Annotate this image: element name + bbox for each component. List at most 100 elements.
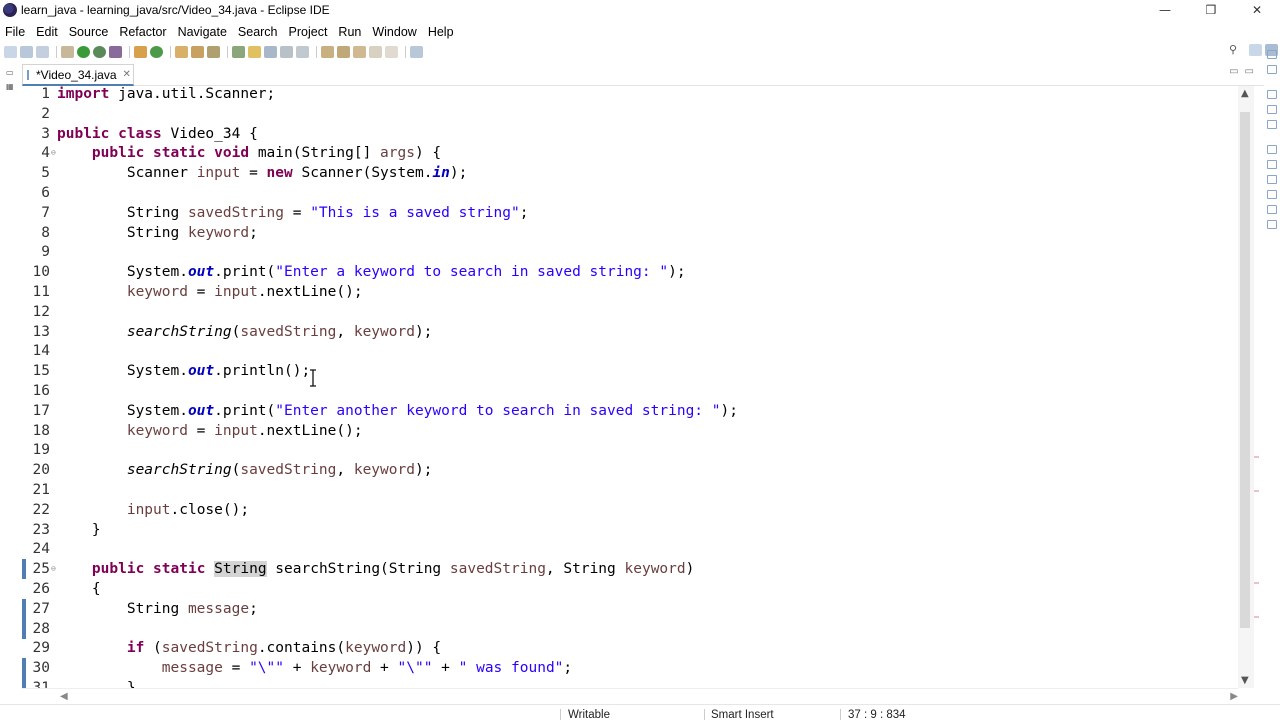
code-line[interactable]: 15 System.out.println(); bbox=[22, 361, 1238, 381]
javadoc-view-icon[interactable] bbox=[1267, 120, 1277, 129]
code-editor[interactable]: 1 import java.util.Scanner; 2 3 public class… bbox=[22, 86, 1238, 688]
code-line[interactable]: 7 String savedString = "This is a saved … bbox=[22, 203, 1238, 223]
restore-right-icon[interactable] bbox=[1267, 90, 1277, 99]
error-log-icon[interactable] bbox=[1267, 175, 1277, 184]
open-type-icon[interactable] bbox=[175, 45, 188, 58]
package-explorer-icon[interactable]: ▦ bbox=[6, 82, 16, 91]
outline-view-icon[interactable] bbox=[1267, 50, 1277, 59]
previous-annotation-icon[interactable] bbox=[337, 45, 350, 58]
code-line[interactable]: 23 } bbox=[22, 520, 1238, 540]
coverage-icon[interactable] bbox=[93, 45, 106, 58]
progress-view-icon[interactable] bbox=[1267, 205, 1277, 214]
code-line[interactable]: 2 bbox=[22, 104, 1238, 124]
code-line[interactable]: 29 if (savedString.contains(keyword)) { bbox=[22, 638, 1238, 658]
forward-icon[interactable] bbox=[385, 45, 398, 58]
menu-help[interactable]: Help bbox=[423, 25, 460, 39]
code-line[interactable]: 9 bbox=[22, 242, 1238, 262]
code-line[interactable]: 27 String message; bbox=[22, 598, 1238, 619]
code-line[interactable]: 12 bbox=[22, 302, 1238, 322]
save-icon[interactable] bbox=[20, 45, 33, 58]
code-line[interactable]: 1 import java.util.Scanner; bbox=[22, 86, 1238, 104]
toggle-breadcrumb-icon[interactable] bbox=[232, 45, 245, 58]
menu-search[interactable]: Search bbox=[233, 25, 284, 39]
menu-window[interactable]: Window bbox=[367, 25, 422, 39]
bookmarks-view-icon[interactable] bbox=[1267, 220, 1277, 229]
word-wrap-icon[interactable] bbox=[280, 45, 293, 58]
code-line[interactable]: 30 message = "\"" + keyword + "\"" + " w… bbox=[22, 658, 1238, 679]
code-line[interactable]: 4 ⊖ public static void main(String[] args… bbox=[22, 143, 1238, 163]
next-annotation-icon[interactable] bbox=[321, 45, 334, 58]
quick-access-search-icon[interactable]: ⚲ bbox=[1229, 43, 1237, 56]
minimize-maximize-icons[interactable]: ▭▭ bbox=[1229, 66, 1260, 77]
debug-icon[interactable] bbox=[61, 45, 74, 58]
code-line[interactable]: 10 System.out.print("Enter a keyword to … bbox=[22, 262, 1238, 282]
search-toolbar-icon[interactable] bbox=[207, 45, 220, 58]
code-line[interactable]: 25 ⊖ public static String searchString(St… bbox=[22, 559, 1238, 580]
ruler-marker[interactable] bbox=[1254, 456, 1259, 458]
code-line[interactable]: 8 String keyword; bbox=[22, 223, 1238, 243]
menu-file[interactable]: File bbox=[0, 25, 31, 39]
minimize-button[interactable]: — bbox=[1142, 0, 1188, 20]
code-line[interactable]: 20 searchString(savedString, keyword); bbox=[22, 460, 1238, 480]
code-line[interactable]: 28 bbox=[22, 618, 1238, 639]
code-line[interactable]: 24 bbox=[22, 539, 1238, 559]
fold-toggle-icon[interactable]: ⊖ bbox=[51, 559, 56, 579]
menu-source[interactable]: Source bbox=[64, 25, 115, 39]
menu-navigate[interactable]: Navigate bbox=[173, 25, 233, 39]
close-window-button[interactable]: ✕ bbox=[1234, 0, 1280, 20]
code-line[interactable]: 21 bbox=[22, 480, 1238, 500]
close-tab-icon[interactable]: ✕ bbox=[123, 69, 131, 80]
open-perspective-icon[interactable] bbox=[1249, 43, 1262, 56]
task-list-icon[interactable] bbox=[1267, 65, 1277, 74]
code-line[interactable]: 14 bbox=[22, 341, 1238, 361]
code-line[interactable]: 5 Scanner input = new Scanner(System.in)… bbox=[22, 163, 1238, 183]
problems-view-icon[interactable] bbox=[1267, 105, 1277, 114]
scroll-left-icon[interactable]: ◀ bbox=[60, 691, 68, 702]
open-task-icon[interactable] bbox=[191, 45, 204, 58]
code-line[interactable]: 22 input.close(); bbox=[22, 500, 1238, 520]
code-line[interactable]: 19 bbox=[22, 440, 1238, 460]
pin-editor-icon[interactable] bbox=[410, 45, 423, 58]
code-line[interactable]: 11 keyword = input.nextLine(); bbox=[22, 282, 1238, 302]
ruler-marker[interactable] bbox=[1254, 582, 1259, 584]
scroll-up-icon[interactable]: ▲ bbox=[1241, 88, 1249, 99]
back-icon[interactable] bbox=[369, 45, 382, 58]
code-line[interactable]: 26 { bbox=[22, 579, 1238, 599]
code-line[interactable]: 6 bbox=[22, 183, 1238, 203]
code-line[interactable]: 13 searchString(savedString, keyword); bbox=[22, 322, 1238, 342]
save-all-icon[interactable] bbox=[36, 45, 49, 58]
code-line[interactable]: 16 bbox=[22, 381, 1238, 401]
menu-project[interactable]: Project bbox=[284, 25, 334, 39]
run-icon[interactable] bbox=[77, 45, 90, 58]
new-icon[interactable] bbox=[4, 45, 17, 58]
show-whitespace-icon[interactable] bbox=[296, 45, 309, 58]
external-tools-icon[interactable] bbox=[109, 45, 122, 58]
new-class-icon[interactable] bbox=[150, 45, 163, 58]
menu-run[interactable]: Run bbox=[333, 25, 367, 39]
code-line[interactable]: 18 keyword = input.nextLine(); bbox=[22, 421, 1238, 441]
ruler-marker[interactable] bbox=[1254, 490, 1259, 492]
restore-view-icon[interactable]: ▭ bbox=[6, 68, 16, 77]
ruler-marker[interactable] bbox=[1254, 616, 1259, 618]
vertical-scrollbar[interactable]: ▲ ▼ bbox=[1238, 86, 1254, 688]
restore-button[interactable]: ❒ bbox=[1188, 0, 1234, 20]
menu-refactor[interactable]: Refactor bbox=[114, 25, 172, 39]
last-edit-location-icon[interactable] bbox=[353, 45, 366, 58]
scroll-right-icon[interactable]: ▶ bbox=[1230, 691, 1238, 702]
code-line[interactable]: 3 public class Video_34 { bbox=[22, 124, 1238, 144]
code-line[interactable]: 31 } bbox=[22, 678, 1238, 688]
code-line[interactable]: 17 System.out.print("Enter another keywo… bbox=[22, 401, 1238, 421]
overview-ruler[interactable] bbox=[1254, 86, 1262, 688]
new-java-project-icon[interactable] bbox=[134, 45, 147, 58]
search-view-icon[interactable] bbox=[1267, 190, 1277, 199]
fold-toggle-icon[interactable]: ⊖ bbox=[51, 143, 56, 163]
console-view-icon[interactable] bbox=[1267, 160, 1277, 169]
editor-tab-video34[interactable]: *Video_34.java ✕ bbox=[22, 64, 134, 86]
menu-edit[interactable]: Edit bbox=[31, 25, 64, 39]
scroll-down-icon[interactable]: ▼ bbox=[1241, 675, 1249, 686]
declaration-view-icon[interactable] bbox=[1267, 145, 1277, 154]
block-selection-icon[interactable] bbox=[264, 45, 277, 58]
horizontal-scrollbar[interactable]: ◀ ▶ bbox=[22, 688, 1238, 704]
mark-occurrences-icon[interactable] bbox=[248, 45, 261, 58]
scrollbar-thumb[interactable] bbox=[1240, 112, 1250, 628]
